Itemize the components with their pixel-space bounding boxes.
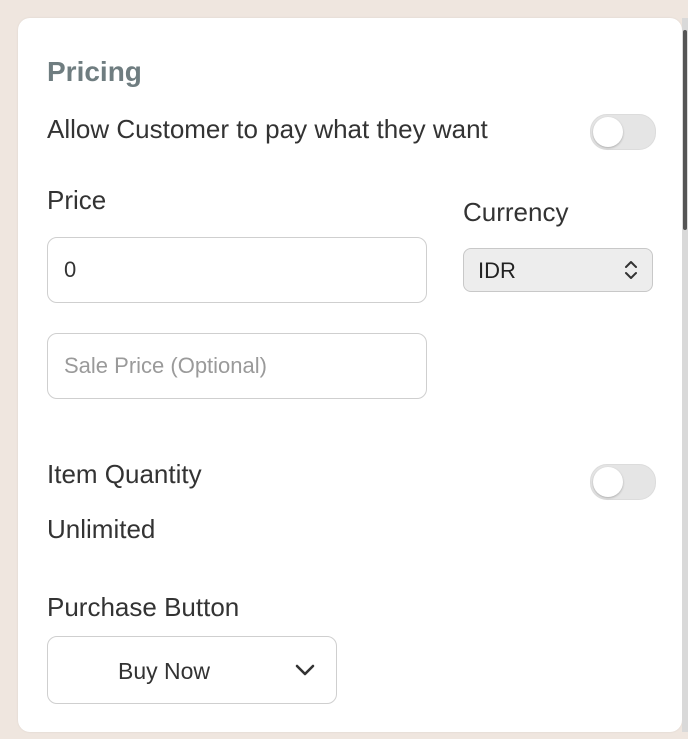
section-title: Pricing — [47, 56, 142, 87]
price-label: Price — [47, 185, 107, 215]
purchase-button-select[interactable]: Buy Now — [47, 636, 337, 704]
item-quantity-status: Unlimited — [47, 514, 156, 544]
price-input[interactable] — [47, 237, 427, 303]
currency-value: IDR — [478, 258, 516, 283]
item-quantity-toggle[interactable] — [590, 464, 656, 500]
allow-pay-what-you-want-toggle[interactable] — [590, 114, 656, 150]
purchase-button-label: Purchase Button — [47, 592, 240, 622]
scrollbar-thumb[interactable] — [683, 30, 687, 230]
toggle-knob — [593, 467, 623, 497]
toggle-knob — [593, 117, 623, 147]
currency-label: Currency — [463, 197, 569, 227]
chevron-up-down-icon — [625, 261, 637, 279]
currency-select[interactable]: IDR — [463, 248, 653, 292]
item-quantity-label: Item Quantity — [47, 459, 202, 489]
allow-pay-what-you-want-label: Allow Customer to pay what they want — [47, 114, 488, 144]
purchase-button-value: Buy Now — [118, 658, 211, 684]
sale-price-input[interactable] — [47, 333, 427, 399]
chevron-down-icon — [295, 664, 315, 676]
